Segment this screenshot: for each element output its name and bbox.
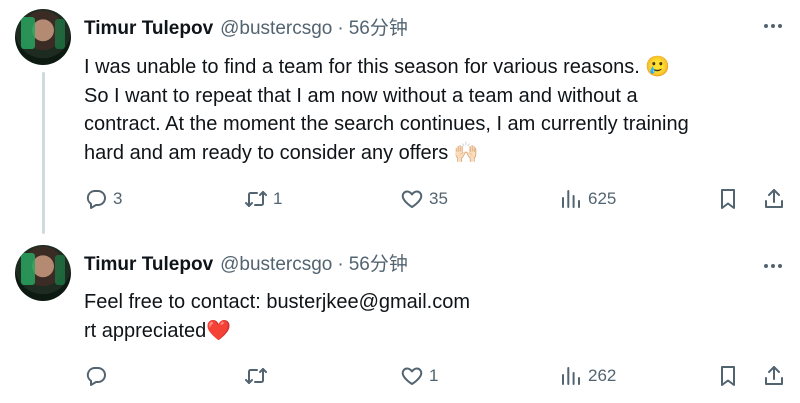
like-button[interactable]: 1	[400, 363, 438, 389]
like-count: 1	[429, 366, 439, 385]
share-icon	[765, 366, 783, 385]
author-name[interactable]: Timur Tulepov	[84, 18, 213, 40]
more-icon[interactable]	[764, 24, 782, 28]
tweet-text-line: I was unable to find a team for this sea…	[84, 56, 671, 78]
reply-icon	[86, 190, 106, 209]
tweet-header: Timur Tulepov @bustercsgo · 56分钟	[84, 249, 408, 276]
tweet-text-line: hard and am ready to consider any offers…	[84, 141, 479, 164]
action-bar: 3 1 35 625	[84, 186, 789, 212]
tweet-text: Feel free to contact: busterjkee@gmail.c…	[84, 288, 774, 345]
tweet-text-line: So I want to repeat that I am now withou…	[84, 84, 638, 107]
like-icon	[401, 367, 423, 385]
views-icon	[562, 367, 580, 385]
share-icon	[765, 189, 783, 208]
share-button[interactable]	[762, 363, 786, 389]
like-icon	[401, 190, 423, 208]
timestamp[interactable]: 56分钟	[349, 13, 408, 40]
views-button[interactable]: 625	[559, 186, 616, 212]
reply-icon	[86, 367, 106, 386]
like-button[interactable]: 35	[400, 186, 448, 212]
tweet[interactable]: Timur Tulepov @bustercsgo · 56分钟 I was u…	[0, 0, 800, 234]
tweet-header: Timur Tulepov @bustercsgo · 56分钟	[84, 13, 408, 40]
header-separator: ·	[337, 254, 344, 275]
author-handle[interactable]: @bustercsgo	[220, 18, 332, 40]
bookmark-button[interactable]	[716, 186, 740, 212]
tweet-text-line: Feel free to contact: busterjkee@gmail.c…	[84, 291, 471, 313]
retweet-icon	[245, 368, 267, 384]
header-separator: ·	[337, 18, 344, 39]
timestamp[interactable]: 56分钟	[349, 249, 408, 276]
view-count: 625	[588, 189, 617, 208]
tweet[interactable]: Timur Tulepov @bustercsgo · 56分钟 Feel fr…	[0, 228, 800, 403]
author-handle[interactable]: @bustercsgo	[220, 254, 332, 276]
action-bar: 1 262	[84, 363, 789, 389]
tweet-text-line: rt appreciated❤️	[84, 319, 232, 342]
view-count: 262	[588, 366, 617, 385]
reply-button[interactable]	[84, 363, 113, 389]
thread-connector-line	[42, 72, 45, 234]
bookmark-button[interactable]	[716, 363, 740, 389]
retweet-button[interactable]	[244, 363, 273, 389]
share-button[interactable]	[762, 186, 786, 212]
views-button[interactable]: 262	[559, 363, 616, 389]
retweet-button[interactable]: 1	[244, 186, 282, 212]
reply-count: 3	[113, 189, 123, 208]
reply-button[interactable]: 3	[84, 186, 122, 212]
bookmark-icon	[721, 189, 735, 209]
avatar[interactable]	[15, 245, 71, 301]
more-icon[interactable]	[764, 264, 782, 268]
tweet-text: I was unable to find a team for this sea…	[84, 53, 774, 167]
author-name[interactable]: Timur Tulepov	[84, 254, 213, 276]
tweet-text-line: contract. At the moment the search conti…	[84, 113, 689, 135]
bookmark-icon	[721, 366, 735, 386]
retweet-count: 1	[273, 189, 283, 208]
like-count: 35	[429, 189, 448, 208]
retweet-icon	[245, 191, 267, 207]
avatar[interactable]	[15, 9, 71, 65]
views-icon	[562, 190, 580, 208]
tweet-thread: Timur Tulepov @bustercsgo · 56分钟 I was u…	[0, 0, 800, 403]
